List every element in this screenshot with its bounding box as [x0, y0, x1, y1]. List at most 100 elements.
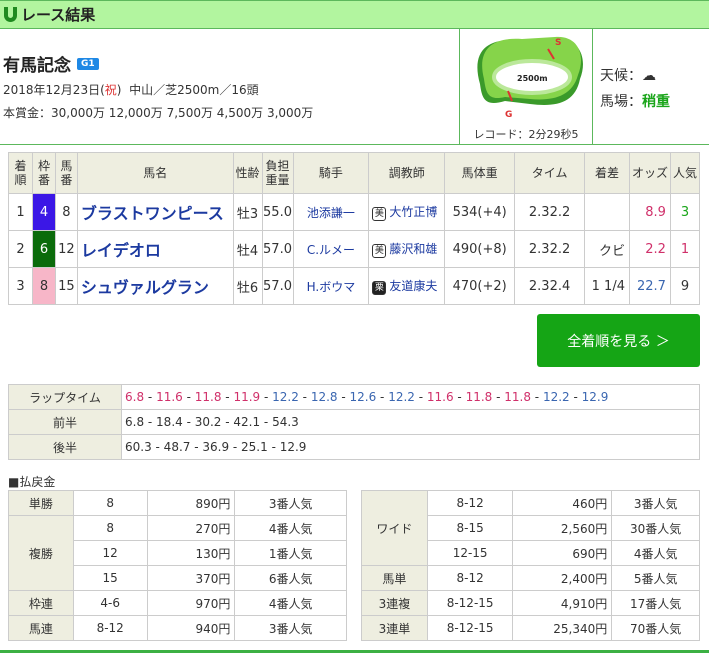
popularity: 4番人気	[234, 515, 347, 541]
first-half-values: 6.8 - 18.4 - 30.2 - 42.1 - 54.3	[121, 409, 700, 435]
cell-jockey[interactable]: C.ルメー	[292, 230, 370, 268]
lap-value: 11.8	[465, 390, 493, 404]
payout: 690円	[512, 540, 613, 566]
cell-name[interactable]: シュヴァルグラン	[76, 267, 234, 305]
conditions: 天候：☁ 馬場：稍重	[600, 63, 670, 115]
lap-value: 11.6	[426, 390, 454, 404]
column-header: 馬名	[76, 152, 234, 194]
weather-label: 天候：	[600, 68, 642, 84]
cell-trainer[interactable]: 栗友道康夫	[368, 267, 446, 305]
payout: 270円	[146, 515, 236, 541]
lap-values: 6.8 - 11.6 - 11.8 - 11.9 - 12.2 - 12.8 -…	[121, 384, 700, 410]
cell-trainer[interactable]: 美大竹正博	[368, 193, 446, 231]
column-header: オッズ	[628, 152, 671, 194]
grade-badge: G1	[77, 57, 99, 70]
cell-body: 490(+8)	[444, 230, 516, 268]
column-header: 着順	[8, 152, 33, 194]
cell-margin: クビ	[584, 230, 630, 268]
popularity: 17番人気	[611, 590, 700, 616]
payout-row: 枠連 4-6 970円 4番人気	[8, 590, 347, 616]
lap-value: 11.9	[233, 390, 261, 404]
holiday-mark: 祝	[104, 83, 117, 97]
goal-mark: G	[505, 110, 512, 120]
cell-jockey[interactable]: 池添謙一	[292, 193, 370, 231]
bet-type: 馬連	[8, 615, 74, 641]
lap-value: 6.8	[125, 390, 145, 404]
cell-odds: 8.9	[628, 193, 671, 231]
combination: 8-15	[426, 515, 514, 541]
column-header: 枠番	[31, 152, 56, 194]
column-header: 性齢	[232, 152, 263, 194]
lap-value: 12.2	[272, 390, 299, 404]
cell-waku: 4	[31, 193, 56, 231]
bet-type: 馬単	[361, 565, 428, 591]
payout: 970円	[146, 590, 236, 616]
bet-type: ワイド	[361, 490, 428, 566]
popularity: 3番人気	[611, 490, 700, 516]
payout-table-right: ワイド 8-12 460円 3番人気 8-15 2,560円 30番人気 12-15 690円 4…	[361, 490, 700, 641]
trainer-name[interactable]: 大竹正博	[389, 205, 437, 219]
trainer-name[interactable]: 友道康夫	[389, 279, 437, 293]
payout-row: 3連複 8-12-15 4,910円 17番人気	[361, 590, 700, 616]
combination: 12	[72, 540, 148, 566]
cell-weight: 55.0	[261, 193, 294, 231]
cell-pop: 9	[669, 267, 701, 305]
payout: 940円	[146, 615, 236, 641]
cell-jockey[interactable]: H.ボウマ	[292, 267, 370, 305]
cell-num: 8	[54, 193, 78, 231]
all-results-button[interactable]: 全着順を見る ＞	[537, 314, 700, 367]
second-half-label: 後半	[8, 434, 122, 460]
cell-trainer[interactable]: 美藤沢和雄	[368, 230, 446, 268]
popularity: 1番人気	[234, 540, 347, 566]
race-date: 2018年12月23日(祝) 中山／芝2500m／16頭	[3, 81, 259, 98]
bet-type: 3連単	[361, 615, 428, 641]
popularity: 6番人気	[234, 565, 347, 591]
cell-waku: 6	[31, 230, 56, 268]
lap-value: 12.2	[542, 390, 570, 404]
prize-money: 本賞金：30,000万 12,000万 7,500万 4,500万 3,000万	[3, 106, 314, 120]
column-header: 負担重量	[261, 152, 294, 194]
cell-odds: 2.2	[628, 230, 671, 268]
date-text: 2018年12月23日(	[3, 83, 105, 97]
payout: 25,340円	[512, 615, 613, 641]
lap-time-table: ラップタイム 6.8 - 11.6 - 11.8 - 11.9 - 12.2 - …	[8, 384, 700, 460]
cell-name[interactable]: ブラストワンピース	[76, 193, 234, 231]
track-condition: 稍重	[642, 94, 670, 110]
bet-type: 枠連	[8, 590, 74, 616]
cell-weight: 57.0	[261, 267, 294, 305]
lap-value: 11.8	[504, 390, 531, 404]
cloudy-icon: ☁	[642, 68, 656, 84]
column-header: 人気	[669, 152, 701, 194]
track-map: S G 2500m レコード：2分29秒5	[459, 29, 593, 144]
cell-sexage: 牡6	[232, 267, 263, 305]
popularity: 70番人気	[611, 615, 700, 641]
combination: 15	[72, 565, 148, 591]
track-distance: 2500m	[517, 74, 548, 83]
result-row: 1 4 8 ブラストワンピース 牡3 55.0 池添謙一美大竹正博 534(+4) 2.32.2…	[8, 193, 701, 231]
second-half-values: 60.3 - 48.7 - 36.9 - 25.1 - 12.9	[121, 434, 700, 460]
popularity: 5番人気	[611, 565, 700, 591]
bet-type: 複勝	[8, 515, 74, 591]
section-title: レース結果	[21, 6, 96, 24]
combination: 8-12	[426, 565, 514, 591]
bet-type: 3連複	[361, 590, 428, 616]
course-diagram-icon: S G 2500m	[477, 36, 583, 120]
course-record: レコード：2分29秒5	[473, 128, 579, 141]
cell-pos: 3	[8, 267, 33, 305]
payout: 130円	[146, 540, 236, 566]
payout: 2,400円	[512, 565, 613, 591]
cell-pop: 3	[669, 193, 701, 231]
lap-value: 11.8	[194, 390, 222, 404]
combination: 4-6	[72, 590, 148, 616]
payout: 2,560円	[512, 515, 613, 541]
combination: 8-12-15	[426, 590, 514, 616]
cell-weight: 57.0	[261, 230, 294, 268]
payout: 460円	[512, 490, 613, 516]
trainer-name[interactable]: 藤沢和雄	[389, 242, 437, 256]
cell-name[interactable]: レイデオロ	[76, 230, 234, 268]
cell-body: 534(+4)	[444, 193, 516, 231]
combination: 8-12-15	[426, 615, 514, 641]
combination: 8	[72, 490, 148, 516]
track-condition-label: 馬場：	[600, 94, 642, 110]
stable-badge: 美	[372, 244, 387, 258]
